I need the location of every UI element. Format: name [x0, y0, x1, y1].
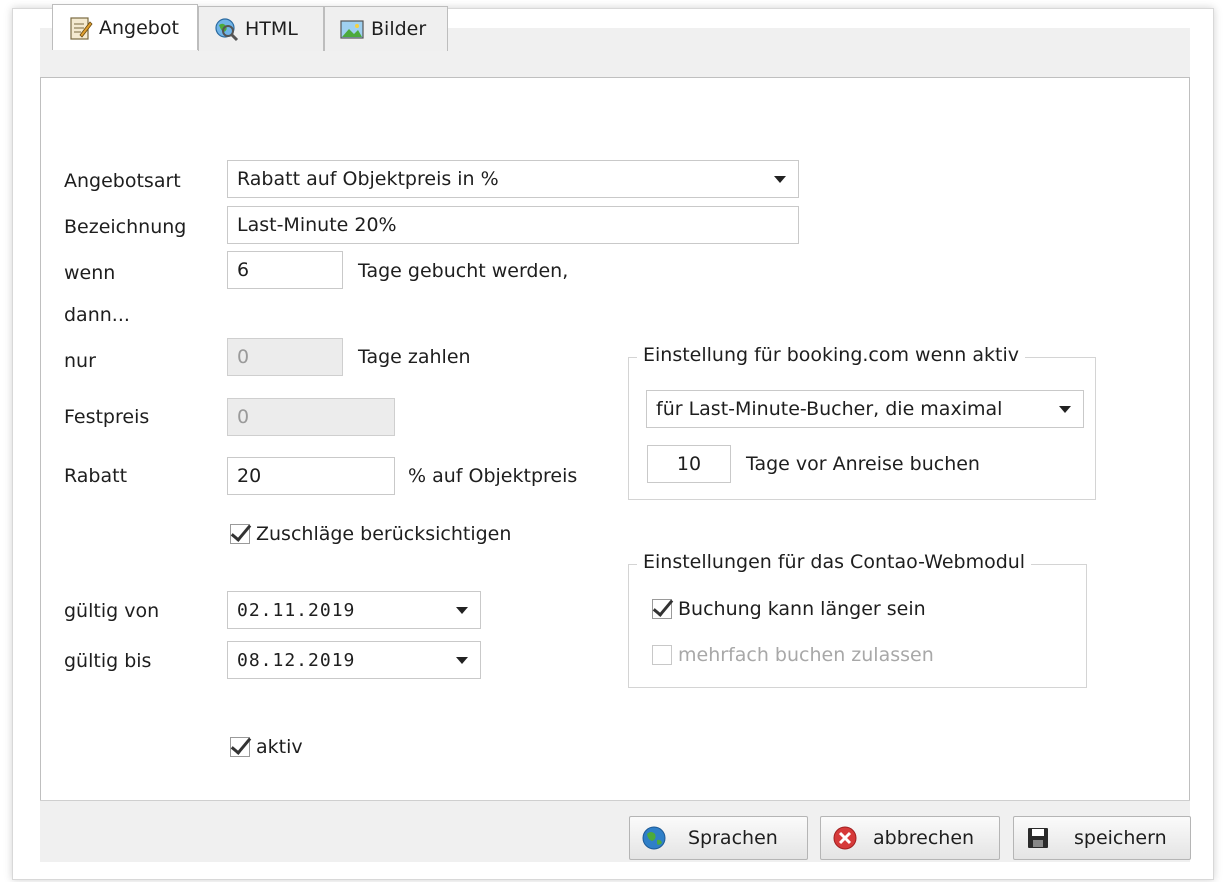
sprachen-button[interactable]: Sprachen: [629, 816, 808, 860]
save-icon: [1024, 824, 1052, 852]
bezeichnung-value: Last-Minute 20%: [237, 214, 397, 236]
checkbox-empty-icon: [652, 645, 672, 665]
aktiv-checkbox[interactable]: aktiv: [230, 736, 303, 758]
gueltig-bis-value: 08.12.2019: [237, 649, 356, 671]
nur-days-input[interactable]: 0: [227, 338, 343, 376]
wenn-suffix: Tage gebucht werden,: [358, 260, 569, 282]
cancel-icon: [831, 824, 859, 852]
contao-longer-checkbox[interactable]: Buchung kann länger sein: [652, 598, 926, 620]
zuschlaege-checkbox[interactable]: Zuschläge berücksichtigen: [230, 523, 511, 545]
chevron-down-icon[interactable]: [1059, 406, 1071, 413]
tab-angebot-label: Angebot: [99, 16, 179, 39]
angebotsart-select[interactable]: Rabatt auf Objektpreis in %: [227, 160, 799, 198]
tab-html-label: HTML: [245, 18, 298, 40]
gueltig-bis-datepicker[interactable]: 08.12.2019: [227, 641, 481, 679]
chevron-down-icon[interactable]: [774, 176, 786, 183]
booking-legend: Einstellung für booking.com wenn aktiv: [637, 344, 1026, 366]
contao-longer-label: Buchung kann länger sein: [678, 598, 926, 620]
picture-icon: [339, 16, 365, 42]
tab-bilder[interactable]: Bilder: [324, 6, 448, 51]
checkbox-checked-icon: [652, 599, 672, 619]
rabatt-input[interactable]: 20: [227, 457, 395, 495]
gueltig-von-value: 02.11.2019: [237, 599, 356, 621]
rabatt-label: Rabatt: [64, 465, 128, 487]
nur-suffix: Tage zahlen: [358, 346, 471, 368]
globe-magnifier-icon: [213, 16, 239, 42]
tab-bilder-label: Bilder: [371, 18, 427, 40]
chevron-down-icon[interactable]: [456, 607, 468, 614]
chevron-down-icon[interactable]: [456, 657, 468, 664]
gueltig-von-label: gültig von: [64, 600, 160, 622]
aktiv-label: aktiv: [256, 736, 303, 758]
globe-icon: [640, 824, 668, 852]
angebotsart-value: Rabatt auf Objektpreis in %: [237, 168, 499, 190]
gueltig-bis-label: gültig bis: [64, 650, 152, 672]
booking-days-input[interactable]: 10: [647, 445, 731, 483]
booking-mode-select[interactable]: für Last-Minute-Bucher, die maximal: [646, 390, 1084, 428]
checkbox-checked-icon: [230, 524, 250, 544]
contao-multi-label: mehrfach buchen zulassen: [678, 644, 934, 666]
dann-label: dann...: [64, 304, 130, 326]
angebotsart-label: Angebotsart: [64, 170, 181, 192]
booking-mode-value: für Last-Minute-Bucher, die maximal: [656, 398, 1003, 420]
tab-html[interactable]: HTML: [198, 6, 324, 51]
festpreis-input[interactable]: 0: [227, 398, 395, 436]
contao-group: Einstellungen für das Contao-Webmodul: [628, 551, 1087, 688]
notepad-icon: [67, 15, 93, 41]
nur-days-value: 0: [237, 346, 250, 368]
wenn-days-input[interactable]: 6: [227, 251, 343, 289]
abbrechen-button[interactable]: abbrechen: [820, 816, 1000, 860]
booking-days-suffix: Tage vor Anreise buchen: [746, 453, 980, 475]
tab-angebot[interactable]: Angebot: [52, 4, 198, 50]
speichern-label: speichern: [1074, 827, 1167, 849]
wenn-label: wenn: [64, 262, 116, 284]
gueltig-von-datepicker[interactable]: 02.11.2019: [227, 591, 481, 629]
abbrechen-label: abbrechen: [873, 827, 975, 849]
sprachen-label: Sprachen: [688, 827, 778, 849]
festpreis-label: Festpreis: [64, 406, 150, 428]
nur-label: nur: [64, 350, 96, 372]
booking-days-value: 10: [676, 453, 702, 475]
zuschlaege-label: Zuschläge berücksichtigen: [256, 523, 512, 545]
speichern-button[interactable]: speichern: [1013, 816, 1191, 860]
contao-multi-checkbox[interactable]: mehrfach buchen zulassen: [652, 644, 934, 666]
bezeichnung-label: Bezeichnung: [64, 216, 187, 238]
rabatt-value: 20: [237, 465, 262, 487]
contao-legend: Einstellungen für das Contao-Webmodul: [637, 551, 1032, 573]
bezeichnung-input[interactable]: Last-Minute 20%: [227, 206, 799, 244]
checkbox-checked-icon: [230, 737, 250, 757]
festpreis-value: 0: [237, 406, 250, 428]
wenn-days-value: 6: [237, 259, 250, 281]
rabatt-suffix: % auf Objektpreis: [408, 465, 578, 487]
